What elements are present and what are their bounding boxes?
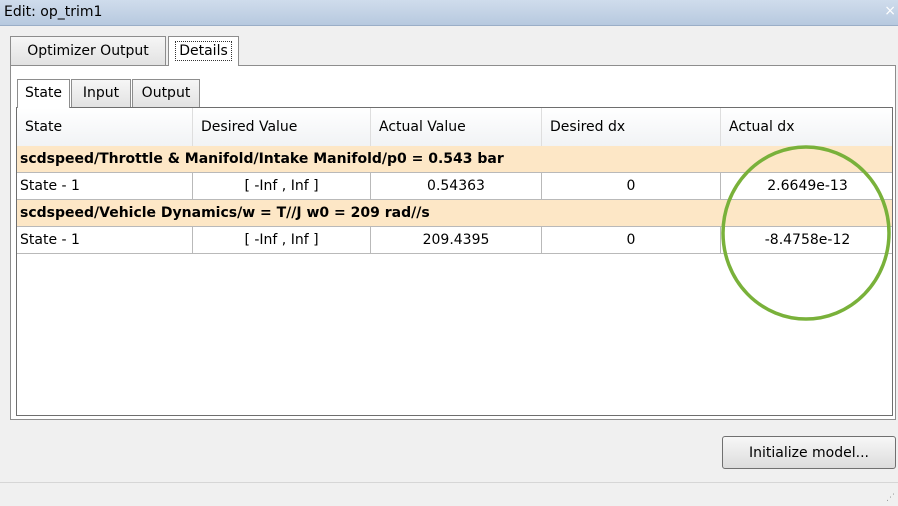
- tab-details[interactable]: Details: [168, 36, 239, 66]
- window-titlebar: Edit: op_trim1 ×: [0, 0, 898, 26]
- tab-state[interactable]: State: [17, 79, 70, 108]
- window-title: Edit: op_trim1: [4, 4, 103, 20]
- status-bar-divider: [0, 482, 898, 483]
- tab-optimizer-output[interactable]: Optimizer Output: [10, 36, 166, 65]
- column-header-actual-dx[interactable]: Actual dx: [721, 108, 892, 146]
- column-header-actual-value[interactable]: Actual Value: [371, 108, 542, 146]
- cell-desired-value[interactable]: [ -Inf , Inf ]: [193, 227, 371, 253]
- cell-actual-value: 209.4395: [371, 227, 542, 253]
- group-row-vehicle-dynamics[interactable]: scdspeed/Vehicle Dynamics/w = T//J w0 = …: [17, 200, 892, 227]
- cell-desired-value[interactable]: [ -Inf , Inf ]: [193, 173, 371, 199]
- table-row[interactable]: State - 1 [ -Inf , Inf ] 0.54363 0 2.664…: [17, 173, 892, 200]
- tab-label: Input: [82, 85, 120, 101]
- cell-desired-dx[interactable]: 0: [542, 227, 721, 253]
- tab-input[interactable]: Input: [71, 79, 131, 107]
- close-icon[interactable]: ×: [884, 3, 896, 19]
- tab-output[interactable]: Output: [132, 79, 200, 107]
- column-header-desired-dx[interactable]: Desired dx: [542, 108, 721, 146]
- group-row-intake-manifold[interactable]: scdspeed/Throttle & Manifold/Intake Mani…: [17, 146, 892, 173]
- state-table: State Desired Value Actual Value Desired…: [16, 107, 893, 416]
- tab-label: Details: [175, 41, 232, 61]
- cell-actual-dx: -8.4758e-12: [764, 232, 851, 248]
- cell-state: State - 1: [17, 173, 193, 199]
- tab-label: Optimizer Output: [27, 43, 149, 59]
- cell-desired-dx[interactable]: 0: [542, 173, 721, 199]
- cell-actual-value: 0.54363: [371, 173, 542, 199]
- resize-grip-icon[interactable]: ⋰: [886, 493, 895, 503]
- column-header-state[interactable]: State: [17, 108, 193, 146]
- column-header-desired-value[interactable]: Desired Value: [193, 108, 371, 146]
- table-row[interactable]: State - 1 [ -Inf , Inf ] 209.4395 0 -8.4…: [17, 227, 892, 254]
- table-header: State Desired Value Actual Value Desired…: [17, 108, 892, 147]
- initialize-model-button[interactable]: Initialize model...: [722, 436, 896, 469]
- tab-label: State: [24, 85, 63, 101]
- cell-actual-dx: 2.6649e-13: [767, 178, 848, 194]
- cell-state: State - 1: [17, 227, 193, 253]
- tab-label: Output: [141, 85, 191, 101]
- details-panel: State Input Output State Desired Value A…: [10, 65, 896, 420]
